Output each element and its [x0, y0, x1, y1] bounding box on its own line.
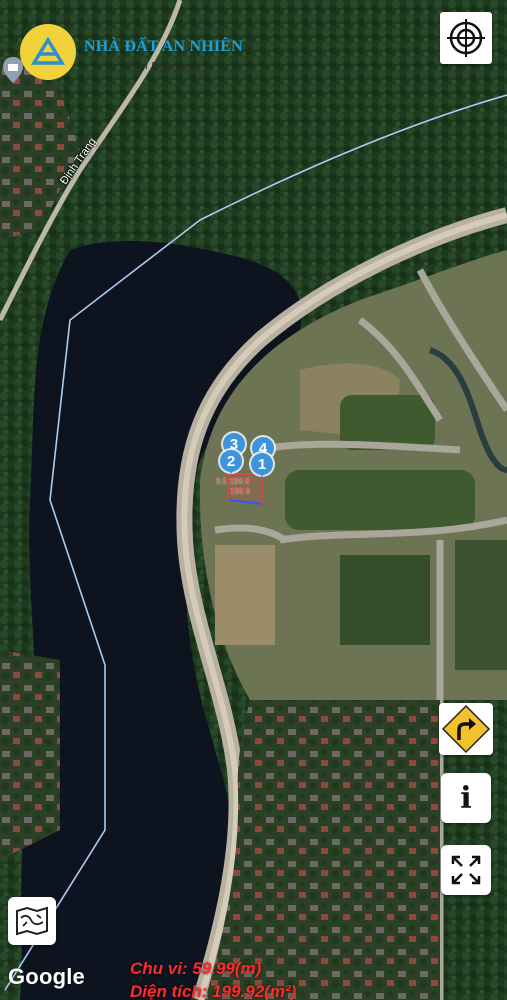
plot-area-label: 199.9	[230, 487, 251, 496]
directions-button[interactable]	[439, 703, 493, 755]
locate-button[interactable]	[440, 12, 492, 64]
google-logo: Google	[8, 964, 85, 989]
plot-dimension-label: 9.5 199.9	[216, 477, 250, 486]
brand-name: NHÀ ĐẤT AN NHIÊN	[84, 38, 243, 55]
brand-logo: NHÀ ĐẤT AN NHIÊN Điểm Hẹn An Cư	[20, 24, 243, 80]
fullscreen-button[interactable]	[441, 845, 491, 895]
map-layers-icon	[16, 906, 48, 936]
fullscreen-icon	[451, 855, 481, 885]
area-text: Diện tích: 199.92(m²)	[130, 982, 297, 1000]
plot-pin[interactable]: 1	[251, 453, 273, 477]
turn-right-icon	[441, 704, 491, 754]
logo-emblem	[20, 24, 76, 80]
info-button[interactable]: i	[441, 773, 491, 823]
measurement-readout: Chu vi: 59.99(m) Diện tích: 199.92(m²)	[130, 957, 296, 1000]
brand-slogan: Điểm Hẹn An Cư	[124, 60, 200, 72]
info-icon: i	[460, 780, 472, 816]
map-layers-button[interactable]	[8, 897, 56, 945]
crosshair-icon	[447, 19, 485, 57]
plot-pin[interactable]: 2	[220, 450, 242, 474]
satellite-map[interactable]	[0, 0, 507, 1000]
perimeter-text: Chu vi: 59.99(m)	[130, 959, 262, 978]
location-marker-icon[interactable]	[2, 56, 24, 84]
